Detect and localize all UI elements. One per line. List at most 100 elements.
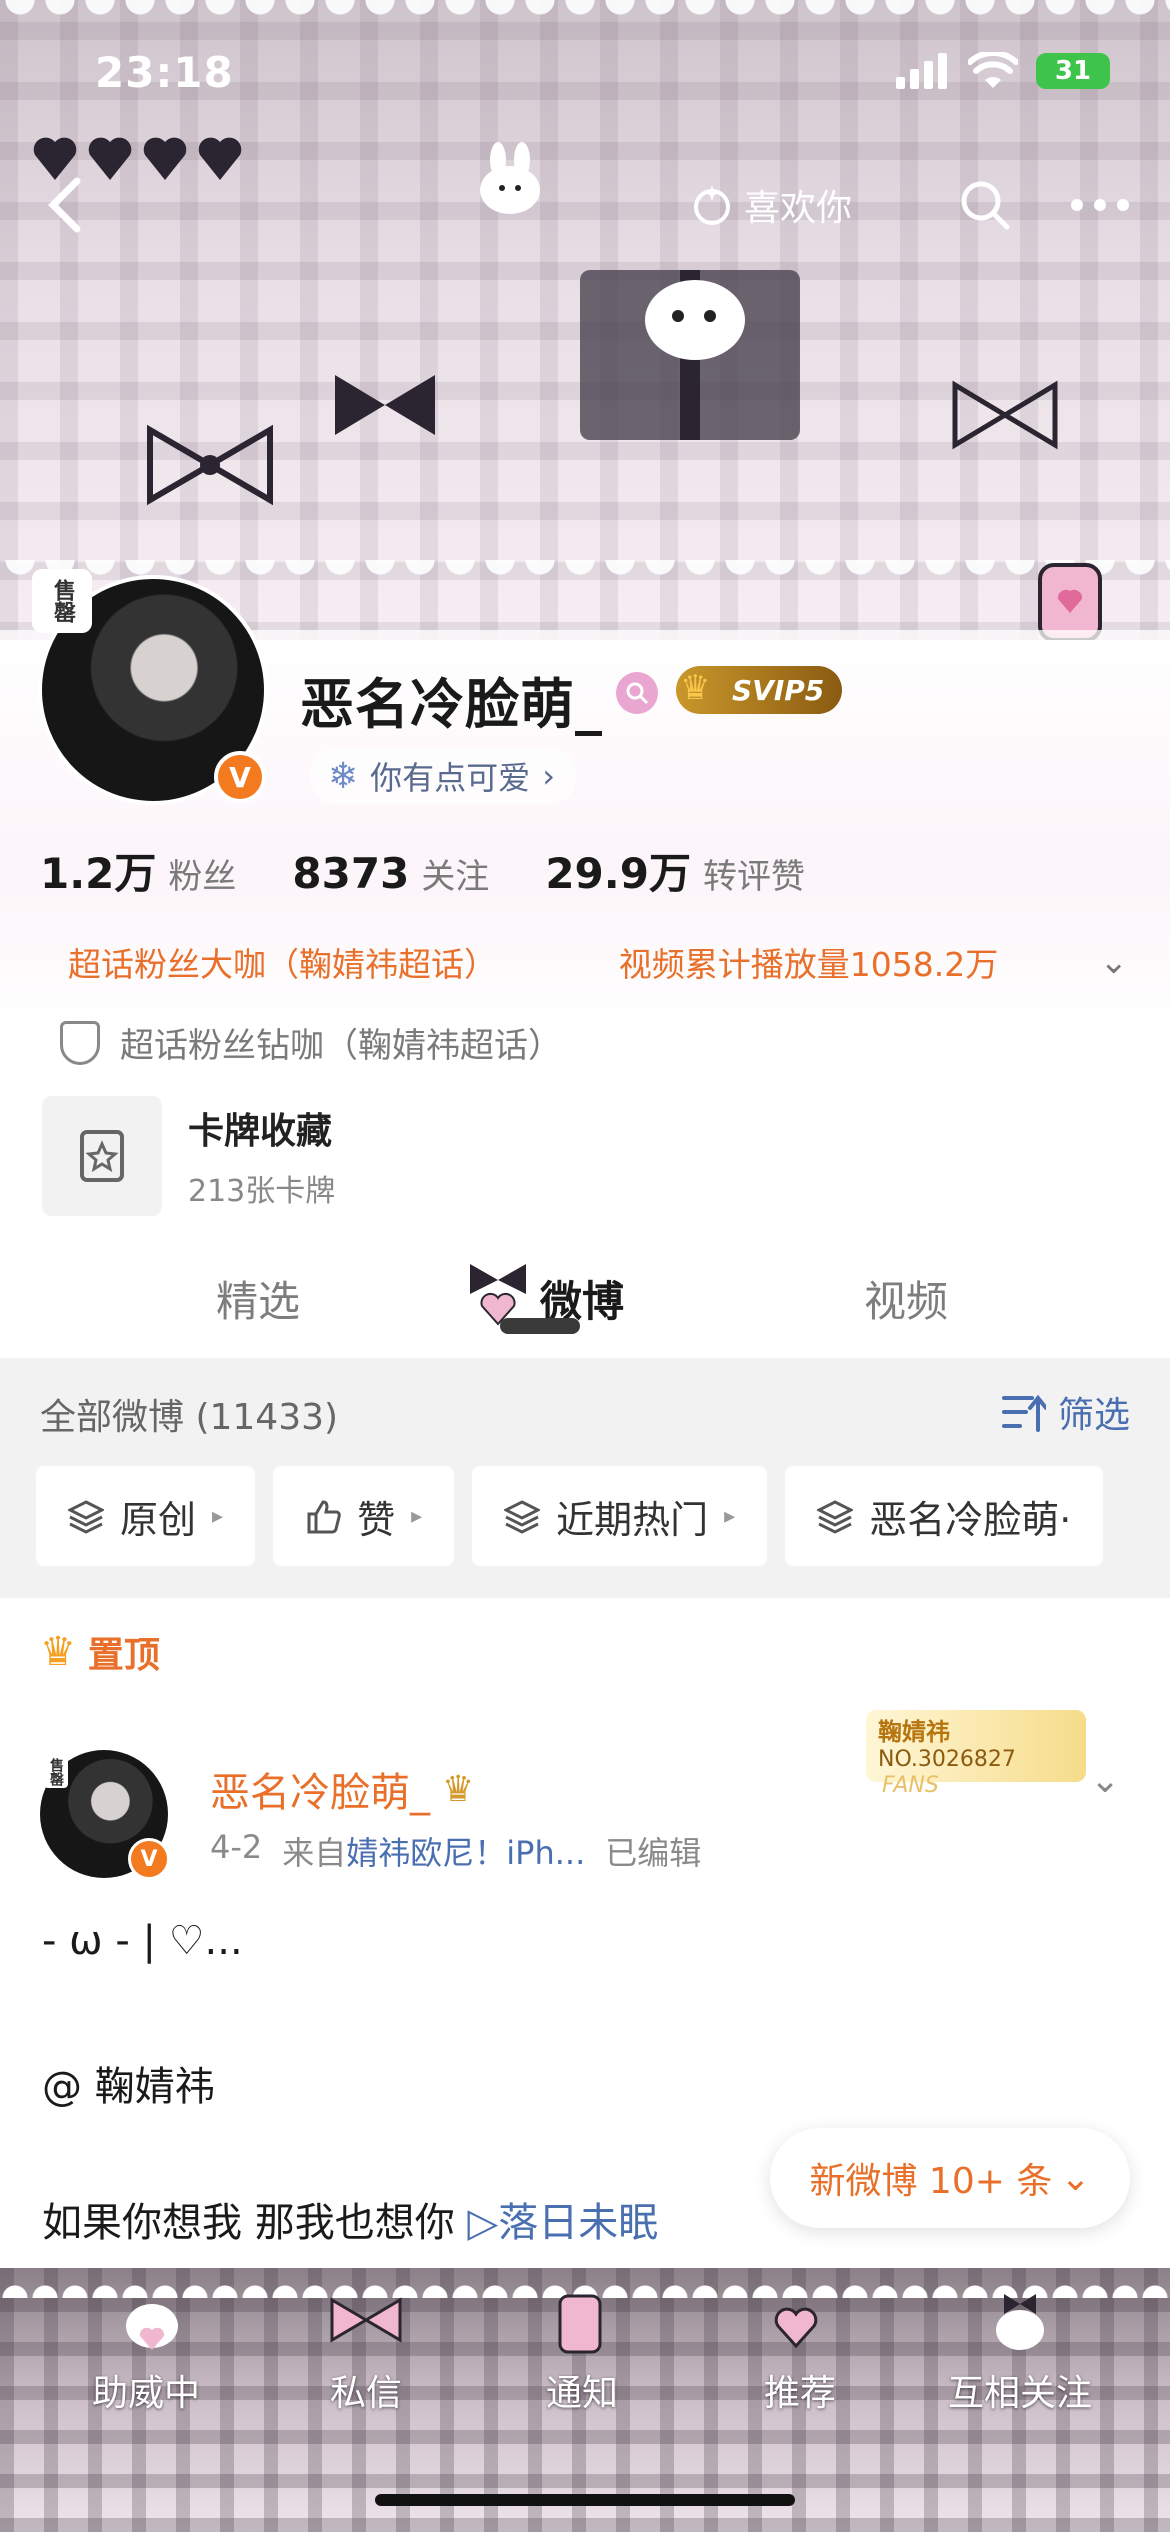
chip-label: 近期热门 bbox=[556, 1497, 709, 1542]
post-menu-chevron-icon[interactable]: ⌄ bbox=[1090, 1760, 1120, 1801]
fan-badge-number: NO.3026827 bbox=[878, 1746, 1016, 1772]
top-nav: 喜欢你 bbox=[0, 170, 1170, 240]
double-chevron-down-icon: ⌄ bbox=[1060, 2157, 1091, 2199]
stat-number: 8373 bbox=[292, 849, 410, 898]
card-collection-title: 卡牌收藏 bbox=[188, 1111, 333, 1152]
all-weibo-count: 全部微博 (11433) bbox=[40, 1397, 339, 1438]
chip-original[interactable]: 原创 ▸ bbox=[36, 1466, 256, 1566]
search-badge-icon[interactable] bbox=[616, 672, 658, 714]
crown-icon: ♛ bbox=[680, 668, 711, 708]
snowflake-icon: ❄ bbox=[328, 755, 359, 797]
svip-label: SVIP5 bbox=[732, 673, 825, 707]
diamond-fan-row[interactable]: 超话粉丝钻咖（鞠婧祎超话） bbox=[60, 1018, 562, 1067]
caret-right-icon: ▸ bbox=[212, 1503, 224, 1529]
battery-indicator: 31 bbox=[1036, 53, 1110, 89]
more-button[interactable] bbox=[1060, 170, 1140, 240]
post-source-prefix: 来自 bbox=[282, 1834, 347, 1872]
profile-bio[interactable]: ❄ 你有点可爱 › bbox=[310, 748, 577, 804]
crown-icon: ♛ bbox=[40, 1629, 76, 1675]
verified-v-icon: V bbox=[214, 751, 266, 803]
stat-following[interactable]: 8373 关注 bbox=[292, 849, 489, 898]
search-button[interactable] bbox=[950, 170, 1020, 240]
bottom-mutual-follow-button[interactable]: 互相关注 bbox=[920, 2364, 1120, 2416]
post-avatar[interactable]: 售罄 V bbox=[40, 1750, 170, 1880]
more-dots-icon bbox=[1071, 199, 1129, 211]
post-text-mention[interactable]: @ 鞠婧祎 bbox=[42, 2054, 215, 2112]
fan-badge-tag: FANS bbox=[882, 1773, 939, 1799]
pinned-label: 置顶 bbox=[87, 1635, 160, 1676]
caret-right-icon: ▸ bbox=[724, 1503, 736, 1529]
like-you-button[interactable]: 喜欢你 bbox=[690, 174, 852, 236]
post-text-line: 如果你想我 那我也想你 ▷落日未眠 bbox=[42, 2190, 658, 2248]
post-source: 来自婧祎欧尼！iPh... bbox=[282, 1828, 585, 1874]
status-time: 23:18 bbox=[95, 48, 234, 97]
bunny-heart-icon bbox=[126, 2304, 178, 2350]
pinned-label-row: ♛ 置顶 bbox=[40, 1626, 160, 1678]
stat-number: 29.9万 bbox=[545, 849, 691, 898]
thumbs-up-icon bbox=[307, 1500, 341, 1534]
post-author[interactable]: 恶名冷脸萌_ ♛ bbox=[210, 1760, 474, 1818]
stat-number: 1.2万 bbox=[40, 849, 157, 898]
filter-button[interactable]: 筛选 bbox=[1001, 1386, 1130, 1438]
fan-badge[interactable]: 鞠婧祎 NO.3026827 FANS bbox=[866, 1710, 1086, 1798]
back-button[interactable] bbox=[30, 170, 100, 240]
winged-heart-icon bbox=[774, 2307, 818, 2349]
status-icons: 31 bbox=[896, 52, 1110, 90]
bunny-bow-icon bbox=[996, 2294, 1044, 2350]
heart-sparkle-icon bbox=[694, 185, 730, 225]
bottom-notify-button[interactable]: 通知 bbox=[482, 2364, 682, 2416]
shield-icon bbox=[60, 1020, 100, 1065]
profile-avatar[interactable]: 售罄 V bbox=[32, 569, 268, 805]
layers-icon bbox=[68, 1500, 104, 1534]
post-date: 4-2 bbox=[210, 1828, 263, 1866]
bio-text: 你有点可爱 bbox=[370, 759, 531, 797]
phone-icon bbox=[558, 2294, 602, 2354]
caret-right-icon: ▸ bbox=[411, 1503, 423, 1529]
verified-v-icon: V bbox=[128, 1838, 170, 1880]
honors-row: 超话粉丝大咖（鞠婧祎超话） 视频累计播放量1058.2万 ⌄ bbox=[68, 938, 1128, 986]
stat-followers[interactable]: 1.2万 粉丝 bbox=[40, 840, 236, 901]
bottom-recommend-button[interactable]: 推荐 bbox=[700, 2364, 900, 2416]
chevron-right-icon: › bbox=[542, 757, 555, 795]
svip-badge[interactable]: ♛ SVIP5 bbox=[676, 666, 843, 714]
post-text: 如果你想我 那我也想你 bbox=[42, 2200, 455, 2246]
diamond-fan-label: 超话粉丝钻咖（鞠婧祎超话） bbox=[120, 1026, 562, 1066]
chevron-down-icon[interactable]: ⌄ bbox=[1100, 942, 1129, 982]
gift-box-decoration bbox=[580, 270, 800, 440]
post-edited: 已编辑 bbox=[605, 1834, 702, 1872]
chip-liked[interactable]: 赞 ▸ bbox=[273, 1466, 455, 1566]
chip-label: 原创 bbox=[120, 1497, 197, 1542]
honor-supertopic-fan[interactable]: 超话粉丝大咖（鞠婧祎超话） bbox=[68, 938, 588, 986]
bottom-cheer-button[interactable]: 助威中 bbox=[46, 2364, 246, 2416]
bow-decoration bbox=[147, 424, 273, 506]
chip-label: 恶名冷脸萌· bbox=[869, 1497, 1072, 1542]
post-music-link[interactable]: ▷落日未眠 bbox=[467, 2200, 658, 2246]
profile-tabs: 精选 微博 视频 bbox=[0, 1240, 1170, 1360]
honor-video-plays[interactable]: 视频累计播放量1058.2万 bbox=[619, 938, 1069, 986]
layers-icon bbox=[817, 1500, 854, 1534]
post-meta: 4-2 来自婧祎欧尼！iPh... 已编辑 bbox=[210, 1828, 701, 1874]
post-author-name: 恶名冷脸萌_ bbox=[210, 1770, 430, 1816]
chip-label: 赞 bbox=[357, 1497, 396, 1542]
bottom-message-button[interactable]: 私信 bbox=[266, 2364, 466, 2416]
bow-icon bbox=[330, 2297, 402, 2343]
stat-label: 粉丝 bbox=[168, 857, 237, 897]
signal-icon bbox=[896, 53, 947, 89]
new-weibo-button[interactable]: 新微博 10+ 条 ⌄ bbox=[770, 2128, 1130, 2228]
stat-interactions[interactable]: 29.9万 转评赞 bbox=[545, 840, 805, 901]
tab-video[interactable]: 视频 bbox=[864, 1268, 948, 1329]
card-collection[interactable]: 卡牌收藏 213张卡牌 bbox=[42, 1096, 335, 1216]
vip-crown-icon: ♛ bbox=[442, 1768, 475, 1810]
new-weibo-label: 新微博 10+ 条 bbox=[809, 2161, 1053, 2202]
bow-decoration bbox=[335, 375, 435, 435]
stat-label: 关注 bbox=[421, 857, 490, 897]
card-collection-icon bbox=[42, 1096, 162, 1216]
post-source-link[interactable]: 婧祎欧尼！iPh... bbox=[346, 1834, 585, 1872]
stat-label: 转评赞 bbox=[702, 857, 805, 897]
status-bar: 23:18 31 bbox=[0, 0, 1170, 140]
chip-custom-group[interactable]: 恶名冷脸萌· bbox=[785, 1466, 1104, 1566]
magnifier-icon bbox=[626, 682, 649, 705]
chip-trending[interactable]: 近期热门 ▸ bbox=[472, 1466, 768, 1566]
battery-level: 31 bbox=[1054, 56, 1092, 86]
tab-featured[interactable]: 精选 bbox=[216, 1268, 300, 1329]
